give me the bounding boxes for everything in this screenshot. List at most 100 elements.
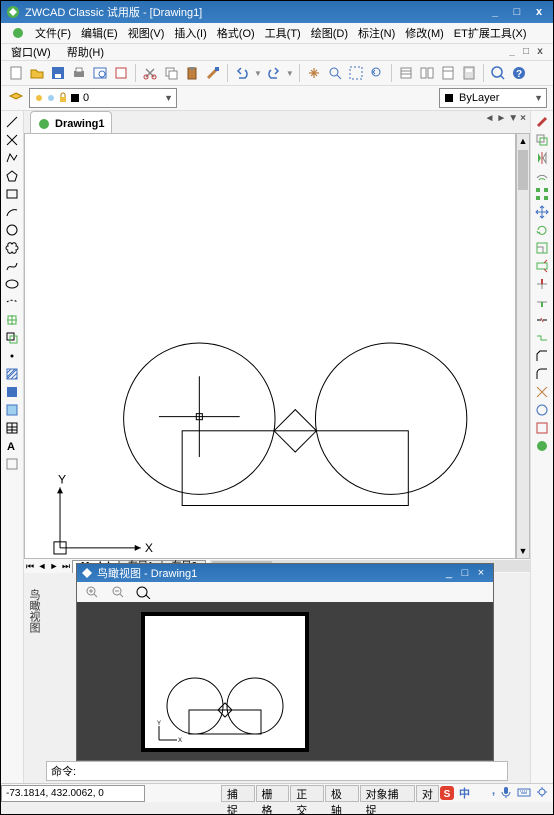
scroll-down-icon[interactable]: ▼: [517, 544, 529, 558]
insert-block-tool[interactable]: [3, 311, 21, 329]
layer-combo[interactable]: 0 ▼: [29, 88, 177, 108]
table-tool[interactable]: [3, 419, 21, 437]
misc-tool[interactable]: [3, 455, 21, 473]
menu-modify[interactable]: 修改(M): [401, 23, 448, 43]
array-tool[interactable]: [533, 185, 551, 203]
zoom-realtime-button[interactable]: [326, 64, 344, 82]
menu-file[interactable]: 文件(F): [31, 23, 75, 43]
calc-button[interactable]: [460, 64, 478, 82]
tray-moon-icon[interactable]: [474, 785, 488, 799]
rotate-tool[interactable]: [533, 221, 551, 239]
join-tool[interactable]: [533, 329, 551, 347]
cut-button[interactable]: [141, 64, 159, 82]
vertical-scrollbar[interactable]: ▲ ▼: [516, 133, 530, 559]
trim-tool[interactable]: [533, 275, 551, 293]
fillet-tool[interactable]: [533, 365, 551, 383]
tray-settings-icon[interactable]: [535, 785, 549, 799]
scroll-up-icon[interactable]: ▲: [517, 134, 529, 148]
tab-close-icon[interactable]: ×: [520, 113, 526, 124]
menu-edit[interactable]: 编辑(E): [77, 23, 122, 43]
print-button[interactable]: [70, 64, 88, 82]
open-button[interactable]: [28, 64, 46, 82]
rectangle-tool[interactable]: [3, 185, 21, 203]
menu-et[interactable]: ET扩展工具(X): [450, 23, 531, 43]
explode-tool[interactable]: [533, 383, 551, 401]
undo-button[interactable]: [233, 64, 251, 82]
redo-button[interactable]: [265, 64, 283, 82]
misc-tool-3[interactable]: [533, 437, 551, 455]
point-tool[interactable]: [3, 347, 21, 365]
otrack-toggle[interactable]: 对: [416, 785, 439, 802]
menu-window[interactable]: 窗口(W): [7, 44, 55, 60]
hatch-tool[interactable]: [3, 365, 21, 383]
layer-prop-button[interactable]: [7, 89, 25, 107]
arc-tool[interactable]: [3, 203, 21, 221]
maximize-button[interactable]: □: [507, 4, 527, 20]
aerial-zoom-in-button[interactable]: [83, 583, 101, 601]
copy-button[interactable]: [162, 64, 180, 82]
paste-button[interactable]: [183, 64, 201, 82]
menu-draw[interactable]: 绘图(D): [307, 23, 352, 43]
zoom-prev-button[interactable]: [368, 64, 386, 82]
zoom-window-button[interactable]: [347, 64, 365, 82]
break-tool[interactable]: [533, 311, 551, 329]
extend-tool[interactable]: [533, 293, 551, 311]
tab-nav-first-icon[interactable]: ⏮: [24, 561, 36, 572]
scroll-thumb[interactable]: [518, 150, 528, 190]
spline-tool[interactable]: [3, 257, 21, 275]
properties-button[interactable]: [397, 64, 415, 82]
tab-nav-prev-icon[interactable]: ◄: [36, 561, 48, 571]
redo-dropdown-icon[interactable]: ▼: [286, 69, 294, 78]
aerial-close-button[interactable]: ×: [473, 567, 489, 579]
ellipse-arc-tool[interactable]: [3, 293, 21, 311]
aerial-minimize-button[interactable]: _: [441, 567, 457, 579]
aerial-zoom-out-button[interactable]: [109, 583, 127, 601]
tray-ime-icon[interactable]: S: [439, 785, 455, 801]
tab-nav-next-icon[interactable]: ►: [48, 561, 60, 571]
preview-button[interactable]: [91, 64, 109, 82]
region-tool[interactable]: [3, 401, 21, 419]
designcenter-button[interactable]: [418, 64, 436, 82]
tray-comma-icon[interactable]: ,: [492, 785, 495, 801]
menu-tools[interactable]: 工具(T): [261, 23, 305, 43]
menu-view[interactable]: 视图(V): [124, 23, 169, 43]
misc-tool-2[interactable]: [533, 419, 551, 437]
tab-next-icon[interactable]: ►: [496, 113, 506, 124]
snap-toggle[interactable]: 捕捉: [221, 785, 255, 802]
move-tool[interactable]: [533, 203, 551, 221]
doc-minimize-button[interactable]: _: [507, 47, 517, 57]
line-tool[interactable]: [3, 113, 21, 131]
tray-ime-text[interactable]: 中: [459, 785, 470, 801]
chamfer-tool[interactable]: [533, 347, 551, 365]
revcloud-tool[interactable]: [3, 239, 21, 257]
undo-dropdown-icon[interactable]: ▼: [254, 69, 262, 78]
save-button[interactable]: [49, 64, 67, 82]
copy-tool[interactable]: [533, 131, 551, 149]
osnap-toggle[interactable]: 对象捕捉: [360, 785, 415, 802]
close-button[interactable]: x: [529, 4, 549, 20]
menu-insert[interactable]: 插入(I): [170, 23, 210, 43]
menu-format[interactable]: 格式(O): [213, 23, 259, 43]
toolpalette-button[interactable]: [439, 64, 457, 82]
aerial-view[interactable]: Y X: [77, 602, 493, 760]
help-button[interactable]: ?: [510, 64, 528, 82]
bylayer-combo[interactable]: ByLayer ▼: [439, 88, 547, 108]
polygon-tool[interactable]: [3, 167, 21, 185]
new-button[interactable]: [7, 64, 25, 82]
zoom-button[interactable]: [489, 64, 507, 82]
ellipse-tool[interactable]: [3, 275, 21, 293]
tab-menu-icon[interactable]: ▼: [508, 113, 518, 124]
polar-toggle[interactable]: 极轴: [325, 785, 359, 802]
mirror-tool[interactable]: [533, 149, 551, 167]
publish-button[interactable]: [112, 64, 130, 82]
grid-toggle[interactable]: 栅格: [256, 785, 290, 802]
gradient-tool[interactable]: [3, 383, 21, 401]
minimize-button[interactable]: _: [485, 4, 505, 20]
mtext-tool[interactable]: A: [3, 437, 21, 455]
scale-tool[interactable]: [533, 239, 551, 257]
circle-tool[interactable]: [3, 221, 21, 239]
ray-tool[interactable]: [3, 131, 21, 149]
pan-button[interactable]: [305, 64, 323, 82]
aerial-titlebar[interactable]: 鸟瞰视图 - Drawing1 _ □ ×: [77, 564, 493, 582]
aerial-global-button[interactable]: [135, 583, 153, 601]
